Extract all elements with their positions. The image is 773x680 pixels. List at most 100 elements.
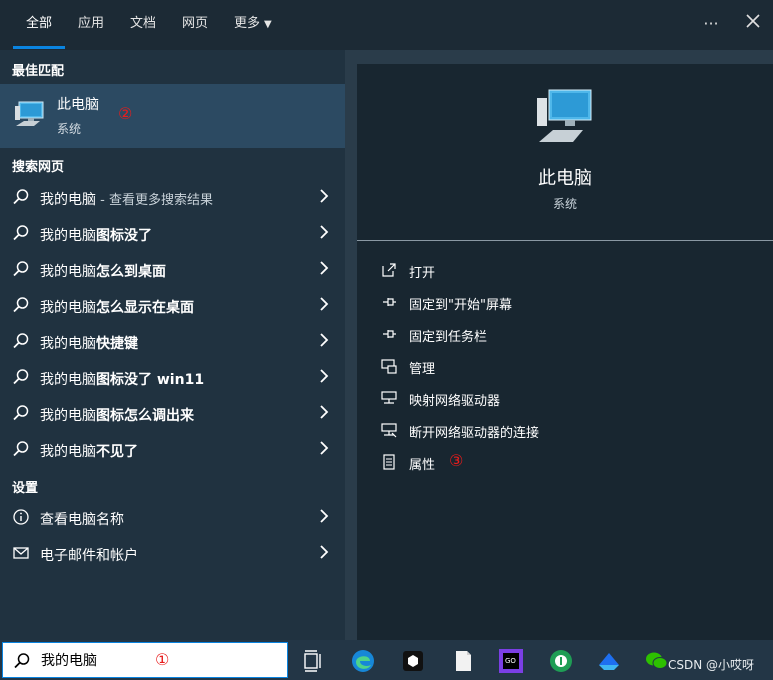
settings-item-email[interactable]: 电子邮件和帐户 (0, 536, 345, 572)
tab-web[interactable]: 网页 (182, 0, 208, 50)
chevron-right-icon[interactable] (319, 296, 329, 312)
web-result-row[interactable]: 我的电脑不见了 (0, 432, 345, 468)
tab-documents[interactable]: 文档 (130, 0, 156, 50)
web-result-row[interactable]: 我的电脑快捷键 (0, 324, 345, 360)
web-result-label: 我的电脑图标怎么调出来 (40, 405, 194, 425)
web-result-label: 我的电脑快捷键 (40, 333, 138, 353)
web-result-main: 我的电脑 (40, 372, 96, 388)
action-label: 断开网络驱动器的连接 (409, 426, 540, 441)
chevron-right-icon[interactable] (319, 224, 329, 240)
chevron-right-icon[interactable] (319, 188, 329, 204)
action-pin-start[interactable]: 固定到"开始"屏幕 (379, 290, 759, 314)
web-result-label: 我的电脑怎么显示在桌面 (40, 297, 194, 317)
wechat-icon[interactable] (644, 648, 670, 674)
web-result-label: 我的电脑怎么到桌面 (40, 261, 166, 281)
search-icon (12, 260, 30, 278)
search-input[interactable] (41, 650, 141, 670)
web-result-bold: 怎么到桌面 (96, 264, 166, 280)
pane-divider (345, 50, 357, 640)
close-icon[interactable] (742, 12, 764, 36)
chevron-right-icon[interactable] (319, 260, 329, 276)
search-icon (12, 368, 30, 386)
web-result-label: 我的电脑不见了 (40, 441, 138, 461)
preview-name: 此电脑 (538, 168, 592, 189)
preview-pane: 此电脑 系统 打开 固定到"开始"屏幕 固定到任务栏 管理 映射网络驱动器 断开… (357, 64, 773, 640)
action-label: 映射网络驱动器 (409, 394, 501, 409)
action-label: 管理 (409, 362, 436, 377)
action-label: 属性 (409, 458, 436, 473)
search-icon (12, 332, 30, 350)
action-map-drive[interactable]: 映射网络驱动器 (379, 386, 759, 410)
action-label: 打开 (409, 266, 436, 281)
chevron-right-icon[interactable] (319, 332, 329, 348)
app-icon-green[interactable] (548, 648, 574, 674)
action-properties[interactable]: 属性 ③ (379, 450, 759, 474)
best-match-type: 系统 (57, 122, 82, 136)
svg-text:GO: GO (505, 657, 516, 665)
web-result-main: 我的电脑 (40, 408, 96, 424)
action-pin-taskbar[interactable]: 固定到任务栏 (379, 322, 759, 346)
tab-more[interactable]: 更多 ▼ (234, 0, 272, 50)
web-result-label: 我的电脑图标没了 (40, 225, 152, 245)
action-open[interactable]: 打开 (379, 258, 759, 282)
preview-divider (357, 240, 773, 241)
tab-apps[interactable]: 应用 (78, 0, 104, 50)
web-result-row[interactable]: 我的电脑图标怎么调出来 (0, 396, 345, 432)
this-pc-icon (535, 86, 595, 150)
chevron-right-icon[interactable] (319, 404, 329, 420)
web-result-main: 我的电脑 (40, 300, 96, 316)
edge-browser-icon[interactable] (350, 648, 376, 674)
settings-item-label: 查看电脑名称 (40, 512, 124, 528)
task-view-icon[interactable] (300, 648, 326, 674)
search-icon (12, 440, 30, 458)
web-result-row[interactable]: 我的电脑怎么到桌面 (0, 252, 345, 288)
goland-icon[interactable]: GO (498, 648, 524, 674)
app-icon-blue[interactable] (596, 648, 622, 674)
chevron-right-icon[interactable] (319, 440, 329, 456)
action-label: 固定到任务栏 (409, 330, 488, 345)
web-result-bold: 快捷键 (96, 336, 138, 352)
settings-item-label: 电子邮件和帐户 (40, 548, 138, 564)
action-manage[interactable]: 管理 (379, 354, 759, 378)
search-filter-bar: 全部 应用 文档 网页 更多 ▼ ··· (0, 0, 773, 50)
app-icon-dark[interactable] (400, 648, 426, 674)
chevron-right-icon[interactable] (319, 508, 329, 524)
chevron-right-icon[interactable] (319, 368, 329, 384)
web-result-row[interactable]: 我的电脑怎么显示在桌面 (0, 288, 345, 324)
best-match-item[interactable]: 此电脑 系统 ② (0, 84, 345, 148)
web-result-main: 我的电脑 (40, 192, 96, 208)
mail-icon (12, 544, 30, 562)
web-result-main: 我的电脑 (40, 264, 96, 280)
best-match-heading: 最佳匹配 (12, 64, 65, 79)
annotation-marker-3: ③ (449, 451, 464, 470)
settings-heading: 设置 (12, 481, 39, 496)
action-disconnect-drive[interactable]: 断开网络驱动器的连接 (379, 418, 759, 442)
web-result-bold: 图标怎么调出来 (96, 408, 194, 424)
web-search-heading: 搜索网页 (12, 160, 65, 175)
document-icon[interactable] (450, 648, 476, 674)
settings-item-pc-name[interactable]: 查看电脑名称 (0, 500, 345, 536)
action-label: 固定到"开始"屏幕 (409, 298, 512, 313)
tab-more-label: 更多 (234, 16, 261, 31)
chevron-right-icon[interactable] (319, 544, 329, 560)
web-result-row[interactable]: 我的电脑 - 查看更多搜索结果 (0, 180, 345, 216)
taskbar-search-box[interactable]: ① (2, 642, 288, 678)
annotation-marker-2: ② (118, 104, 133, 123)
best-match-name: 此电脑 (57, 97, 99, 113)
search-icon (12, 224, 30, 242)
web-result-bold: 不见了 (96, 444, 138, 460)
network-drive-icon (381, 390, 397, 406)
ellipsis-icon[interactable]: ··· (700, 12, 722, 36)
network-drive-icon (381, 422, 397, 438)
pin-icon (381, 294, 397, 310)
web-result-row[interactable]: 我的电脑图标没了 (0, 216, 345, 252)
search-icon (12, 404, 30, 422)
web-result-row[interactable]: 我的电脑图标没了 win11 (0, 360, 345, 396)
search-icon (12, 296, 30, 314)
preview-type: 系统 (552, 197, 577, 211)
open-icon (381, 262, 397, 278)
tab-all[interactable]: 全部 (26, 0, 52, 50)
web-result-main: 我的电脑 (40, 228, 96, 244)
preview-top-strip (357, 50, 773, 64)
web-result-sub: - 查看更多搜索结果 (96, 193, 213, 208)
